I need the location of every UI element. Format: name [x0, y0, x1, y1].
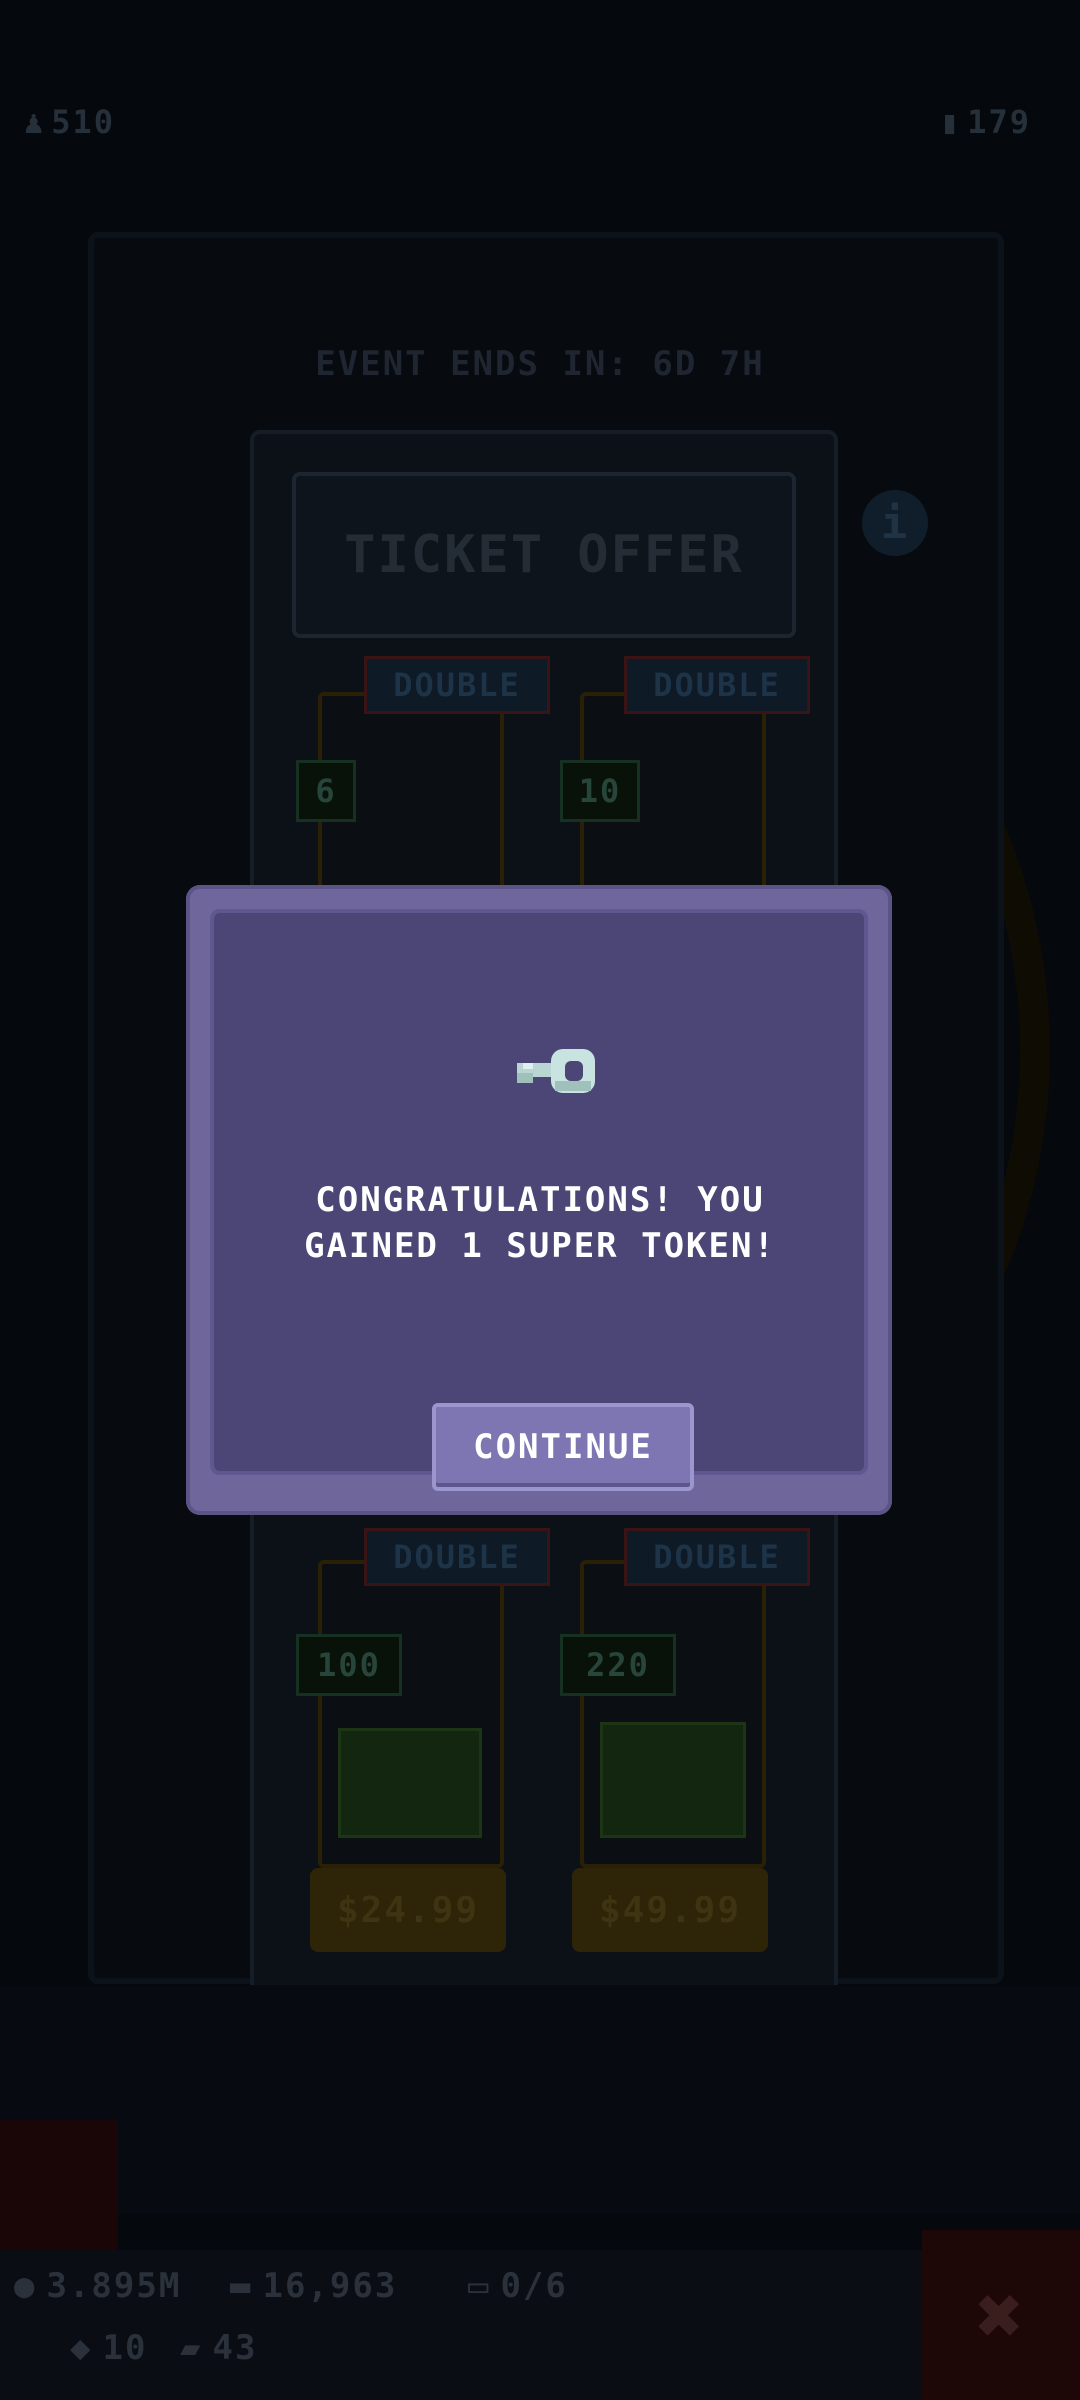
ticket-count: 220 [560, 1634, 676, 1696]
price-button-2499[interactable]: $24.99 [310, 1868, 506, 1952]
slot-icon: ▭ [468, 2266, 491, 2306]
bottom-resource-bar: ● 3.895M ▬ 16,963 ▭ 0/6 ◆ 10 ▰ 43 [0, 2250, 1080, 2400]
continue-button[interactable]: CONTINUE [432, 1403, 694, 1491]
ticket-offer-title: TICKET OFFER [292, 472, 796, 638]
tickets-counter: ▰ 43 [180, 2328, 258, 2368]
ticket-count: 100 [296, 1634, 402, 1696]
cash-counter: ▬ 16,963 [230, 2266, 398, 2306]
ticket-icon: ▰ [180, 2328, 203, 2368]
double-tag: DOUBLE [364, 1528, 550, 1586]
ticket-count: 10 [560, 760, 640, 822]
gem-icon: ◆ [70, 2328, 93, 2368]
cash-icon: ▬ [230, 2266, 253, 2306]
price-button-4999[interactable]: $49.99 [572, 1868, 768, 1952]
ticket-count: 6 [296, 760, 356, 822]
double-tag: DOUBLE [624, 656, 810, 714]
event-timer: EVENT ENDS IN: 6D 7H [315, 344, 765, 384]
scroll-arrows-button[interactable] [0, 2120, 118, 2250]
slots-counter: ▭ 0/6 [468, 2266, 568, 2306]
double-tag: DOUBLE [624, 1528, 810, 1586]
shop-strip [0, 1985, 1080, 2215]
gems-counter: ◆ 10 [70, 2328, 148, 2368]
reward-message: CONGRATULATIONS! YOU GAINED 1 SUPER TOKE… [240, 1177, 840, 1269]
close-icon[interactable]: ✖ [922, 2230, 1080, 2400]
ticket-stack-image [338, 1728, 482, 1838]
person-icon: ♟ [24, 103, 46, 141]
reward-dialog: CONGRATULATIONS! YOU GAINED 1 SUPER TOKE… [186, 885, 892, 1515]
key-icon [517, 1049, 595, 1093]
reward-message-line-1: CONGRATULATIONS! YOU [315, 1180, 765, 1220]
top-left-counter: ♟ 510 [24, 103, 116, 141]
reward-dialog-body: CONGRATULATIONS! YOU GAINED 1 SUPER TOKE… [210, 909, 868, 1491]
info-icon[interactable]: i [862, 490, 928, 556]
coins-counter: ● 3.895M [14, 2266, 182, 2306]
top-right-counter: ▮ 179 [940, 103, 1032, 141]
building-icon: ▮ [940, 103, 962, 141]
coin-icon: ● [14, 2266, 37, 2306]
reward-message-line-2: GAINED 1 SUPER TOKEN! [304, 1226, 776, 1266]
double-tag: DOUBLE [364, 656, 550, 714]
ticket-stack-image [600, 1722, 746, 1838]
